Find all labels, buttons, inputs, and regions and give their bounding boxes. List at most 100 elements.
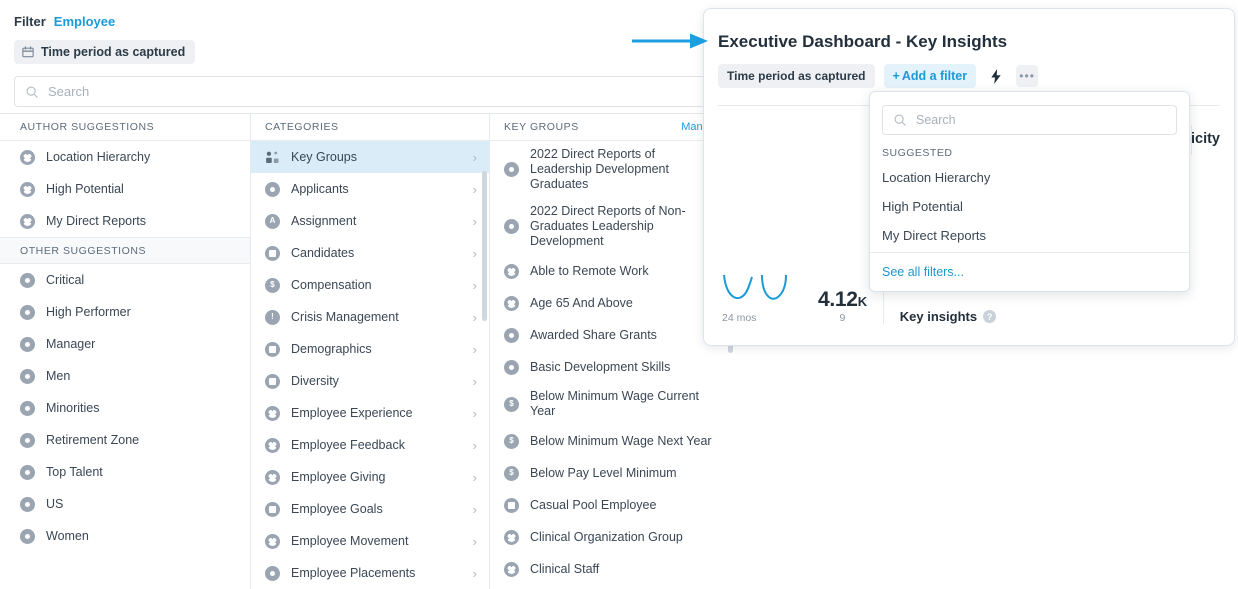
key-group-item[interactable]: Completed Better Negotiating 1/2 in Marc… [490,585,735,589]
other-suggestion-item[interactable]: Retirement Zone [0,424,250,456]
author-suggestion-item[interactable]: High Potential [0,173,250,205]
dot-badge-icon [20,400,35,416]
author-suggestion-item[interactable]: My Direct Reports [0,205,250,237]
chevron-right-icon: › [472,565,477,581]
chevron-right-icon: › [472,213,477,229]
key-group-item[interactable]: Basic Development Skills [490,351,735,383]
list-item-label: Employee Experience [291,405,413,420]
search-icon [893,113,907,127]
popup-search-box[interactable] [882,105,1177,135]
other-suggestion-item[interactable]: Minorities [0,392,250,424]
chevron-right-icon: › [472,181,477,197]
dot-badge-icon [504,327,519,343]
filter-entity-link[interactable]: Employee [54,14,115,29]
popup-suggested-item[interactable]: My Direct Reports [870,221,1189,250]
key-groups-column-body[interactable]: 2022 Direct Reports of Leadership Develo… [490,141,735,589]
filter-columns: AUTHOR SUGGESTIONS Location Hierarchy Hig… [0,113,735,589]
popup-footer: See all filters... [870,252,1189,291]
lightning-bolt-icon[interactable] [985,65,1007,87]
popup-suggested-header: SUGGESTED [882,147,953,159]
other-suggestion-item[interactable]: Women [0,520,250,552]
key-group-item[interactable]: Clinical Staff [490,553,735,585]
key-insights-block[interactable]: Key insights ? [900,309,997,324]
category-item[interactable]: Demographics › [251,333,489,365]
dashboard-time-period-chip[interactable]: Time period as captured [718,64,875,88]
key-groups-icon [266,151,279,163]
author-suggestion-item[interactable]: Location Hierarchy [0,141,250,173]
other-suggestion-item[interactable]: US [0,488,250,520]
other-suggestion-item[interactable]: Top Talent [0,456,250,488]
key-group-item[interactable]: 2022 Direct Reports of Leadership Develo… [490,141,735,198]
search-icon [25,85,39,99]
people-badge-icon [265,469,280,485]
chevron-right-icon: › [472,469,477,485]
key-group-item[interactable]: Casual Pool Employee [490,489,735,521]
key-group-item[interactable]: $ Below Minimum Wage Current Year [490,383,735,425]
list-item-label: Employee Movement [291,533,409,548]
popup-search-input[interactable] [916,113,1166,127]
popup-suggested-item[interactable]: Location Hierarchy [870,163,1189,192]
category-item[interactable]: Employee Movement › [251,525,489,557]
dot-badge-icon [265,181,280,197]
help-icon[interactable]: ? [983,310,997,323]
category-item[interactable]: Employee Feedback › [251,429,489,461]
categories-column-body[interactable]: Key Groups › Applicants › A Assignment › Candid… [251,141,489,589]
key-group-item[interactable]: $ Below Minimum Wage Next Year [490,425,735,457]
dot-badge-icon [20,496,35,512]
category-item[interactable]: Applicants › [251,173,489,205]
popup-suggested-item[interactable]: High Potential [870,192,1189,221]
categories-header: CATEGORIES [251,114,489,141]
other-suggestion-item[interactable]: Manager [0,328,250,360]
suggestions-column-body[interactable]: Location Hierarchy High Potential My Direc… [0,141,250,589]
chevron-right-icon: › [472,373,477,389]
key-group-item[interactable]: 2022 Direct Reports of Non-Graduates Lea… [490,198,735,255]
key-group-item[interactable]: Age 65 And Above [490,287,735,319]
list-item-label: Below Pay Level Minimum [530,465,677,480]
other-suggestion-item[interactable]: Critical [0,264,250,296]
time-period-chip[interactable]: Time period as captured [14,40,196,64]
category-item[interactable]: Employee Experience › [251,397,489,429]
key-group-item[interactable]: Awarded Share Grants [490,319,735,351]
chevron-right-icon: › [472,277,477,293]
category-item[interactable]: Employee Placements › [251,557,489,589]
people-badge-icon [504,561,519,577]
filter-search-box[interactable] [14,76,721,107]
other-suggestions-header-label: OTHER SUGGESTIONS [20,244,147,257]
list-item-label: Applicants [291,181,349,196]
list-item-label: Casual Pool Employee [530,497,657,512]
category-item[interactable]: ! Crisis Management › [251,301,489,333]
key-group-item[interactable]: Able to Remote Work [490,255,735,287]
add-a-filter-label: Add a filter [901,69,968,83]
category-item[interactable]: Employee Goals › [251,493,489,525]
dollar-glyph: $ [270,280,275,289]
category-item[interactable]: $ Compensation › [251,269,489,301]
categories-column: CATEGORIES Key Groups › Applicants › A Assign… [251,114,490,589]
other-suggestion-item[interactable]: High Performer [0,296,250,328]
dollar-badge-icon: $ [265,277,280,293]
author-suggestions-header-label: AUTHOR SUGGESTIONS [20,121,155,133]
other-suggestions-list: Critical High Performer Manager Men Minoriti… [0,264,250,552]
dot-badge-icon [20,368,35,384]
people-badge-icon [20,213,35,229]
categories-scrollbar[interactable] [482,171,487,321]
list-item-label: High Potential [46,181,124,196]
people-badge-icon [20,181,35,197]
key-group-item[interactable]: Clinical Organization Group [490,521,735,553]
category-item[interactable]: Candidates › [251,237,489,269]
chevron-right-icon: › [472,405,477,421]
category-item[interactable]: Key Groups › [251,141,489,173]
ellipsis-icon[interactable]: ••• [1016,65,1039,87]
time-period-chip-label: Time period as captured [41,45,186,59]
dot-badge-icon [504,359,519,375]
key-group-item[interactable]: $ Below Pay Level Minimum [490,457,735,489]
category-item[interactable]: A Assignment › [251,205,489,237]
dollar-glyph: $ [509,399,514,408]
filter-search-input[interactable] [48,84,710,99]
add-filter-popup: SUGGESTED Location HierarchyHigh Potenti… [869,91,1190,292]
category-item[interactable]: Employee Giving › [251,461,489,493]
add-a-filter-button[interactable]: + Add a filter [883,64,977,88]
other-suggestion-item[interactable]: Men [0,360,250,392]
category-item[interactable]: Diversity › [251,365,489,397]
see-all-filters-link[interactable]: See all filters... [882,265,964,279]
list-item-label: Critical [46,272,85,287]
